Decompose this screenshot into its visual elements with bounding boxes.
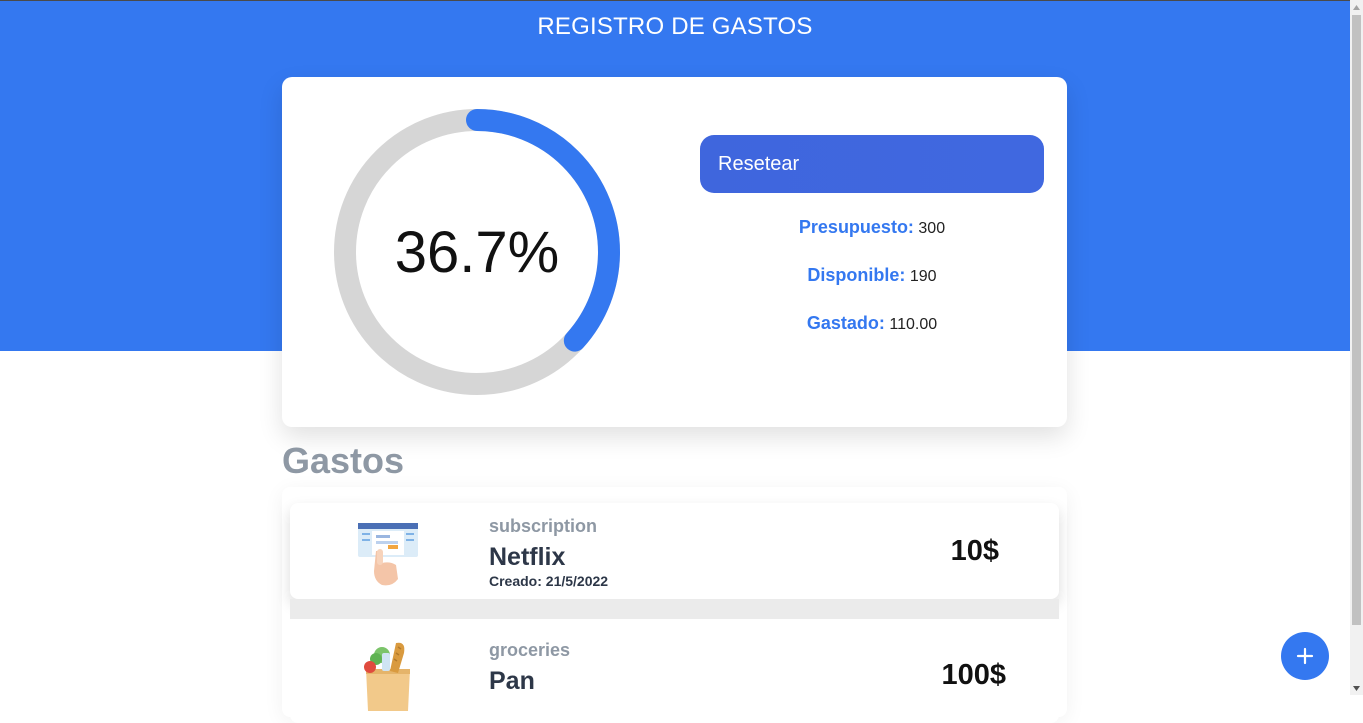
groceries-bag-icon xyxy=(352,639,424,711)
progress-ring: 36.7% xyxy=(332,107,622,397)
scrollbar-thumb[interactable] xyxy=(1352,15,1361,625)
plus-icon xyxy=(1296,647,1314,665)
gastado-value: 110.00 xyxy=(889,316,938,333)
stat-presupuesto: Presupuesto: 300 xyxy=(700,217,1044,238)
app-title: REGISTRO DE GASTOS xyxy=(537,13,813,40)
presupuesto-value: 300 xyxy=(918,220,946,237)
reset-button[interactable]: Resetear xyxy=(700,135,1044,193)
expense-name: Netflix xyxy=(489,543,566,571)
subscription-icon xyxy=(352,515,424,587)
swipe-action-strip xyxy=(290,599,1059,619)
add-expense-button[interactable] xyxy=(1281,632,1329,680)
expense-category: subscription xyxy=(489,516,598,536)
scroll-up-arrow-icon[interactable] xyxy=(1350,0,1363,14)
expense-amount: 100$ xyxy=(941,659,1006,691)
expense-amount: 10$ xyxy=(950,535,999,567)
stat-disponible: Disponible: 190 xyxy=(700,265,1044,286)
expense-item[interactable]: groceries Pan 100$ xyxy=(290,627,1059,723)
stat-gastado: Gastado: 110.00 xyxy=(700,313,1044,334)
expense-item[interactable]: subscription Netflix Creado: 21/5/2022 1… xyxy=(290,503,1059,599)
vertical-scrollbar[interactable] xyxy=(1350,0,1363,695)
expense-category: groceries xyxy=(489,640,571,660)
presupuesto-label: Presupuesto: xyxy=(798,217,914,237)
scroll-down-arrow-icon[interactable] xyxy=(1350,681,1363,695)
disponible-label: Disponible: xyxy=(807,265,906,285)
expenses-heading: Gastos xyxy=(282,440,405,481)
expenses-list: subscription Netflix Creado: 21/5/2022 1… xyxy=(282,487,1067,723)
expense-name: Pan xyxy=(489,667,535,695)
percent-spent-text: 36.7% xyxy=(394,219,560,285)
expense-date: Creado: 21/5/2022 xyxy=(489,573,609,589)
disponible-value: 190 xyxy=(909,268,937,285)
budget-card: 36.7% Resetear Presupuesto: 300 Disponib… xyxy=(282,77,1067,427)
gastado-label: Gastado: xyxy=(806,313,885,333)
